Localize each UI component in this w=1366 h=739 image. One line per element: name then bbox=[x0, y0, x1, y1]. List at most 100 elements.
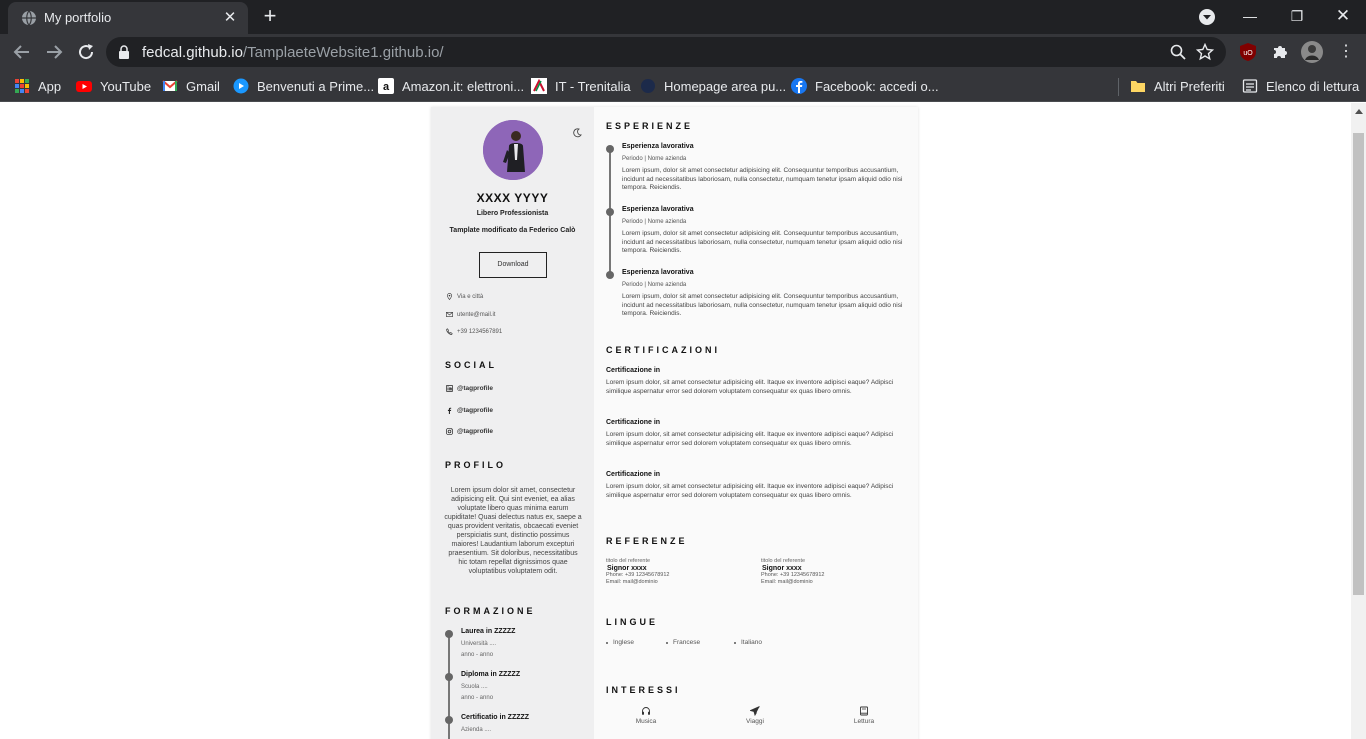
contact-text: +39 1234567891 bbox=[457, 328, 503, 335]
timeline-dot bbox=[445, 673, 453, 681]
globe-icon bbox=[22, 10, 36, 26]
mail-icon bbox=[446, 312, 453, 317]
certification-description: Lorem ipsum dolor, sit amet consectetur … bbox=[606, 483, 894, 499]
reload-icon[interactable] bbox=[74, 40, 98, 64]
language-item: Francese bbox=[666, 639, 700, 646]
extensions-puzzle-icon[interactable] bbox=[1270, 42, 1290, 62]
lock-icon bbox=[119, 45, 129, 59]
tab-my-portfolio[interactable]: My portfolio ✕ bbox=[8, 2, 248, 34]
forward-icon[interactable] bbox=[42, 40, 66, 64]
facebook-icon bbox=[447, 407, 452, 414]
airplane-icon bbox=[750, 706, 760, 716]
zoom-icon[interactable] bbox=[1170, 44, 1186, 60]
timeline-dot bbox=[606, 208, 614, 216]
bookmark-facebook[interactable]: Facebook: accedi o... bbox=[791, 76, 939, 96]
person-role: Libero Professionista bbox=[476, 210, 549, 217]
reading-list-icon bbox=[1242, 79, 1258, 93]
interest-item: Musica bbox=[626, 706, 666, 725]
education-title: Laurea in ZZZZZ bbox=[461, 628, 516, 635]
experience-title: Esperienza lavorativa bbox=[622, 206, 694, 213]
experience-description: Lorem ipsum, dolor sit amet consectetur … bbox=[622, 293, 903, 317]
bookmark-label: Gmail bbox=[186, 78, 220, 94]
social-facebook[interactable]: @tagprofile bbox=[446, 407, 493, 414]
profile-avatar-icon[interactable] bbox=[1301, 41, 1323, 63]
page-viewport: XXXX YYYY Libero Professionista Tamplate… bbox=[0, 103, 1366, 739]
dark-mode-moon-icon[interactable] bbox=[572, 128, 582, 138]
references-heading: REFERENZE bbox=[606, 536, 688, 546]
interest-item: Viaggi bbox=[735, 706, 775, 725]
reference-email: Email: mail@dominio bbox=[761, 578, 813, 585]
bookmark-amazon[interactable]: a Amazon.it: elettroni... bbox=[378, 76, 524, 96]
reference-card: titolo del referente Signor xxxx Phone: … bbox=[606, 558, 756, 585]
headphones-icon bbox=[642, 707, 650, 715]
bookmark-altri-preferiti[interactable]: Altri Preferiti bbox=[1130, 76, 1225, 96]
scroll-up-arrow-icon[interactable] bbox=[1355, 109, 1363, 114]
languages-heading: LINGUE bbox=[606, 617, 659, 627]
new-tab-button[interactable]: + bbox=[258, 5, 282, 29]
timeline-dot bbox=[606, 145, 614, 153]
avatar bbox=[483, 120, 543, 180]
minimize-icon[interactable]: — bbox=[1238, 4, 1262, 28]
url-path: /TamplaeteWebsite1.github.io/ bbox=[242, 44, 444, 61]
bookmark-youtube[interactable]: YouTube bbox=[76, 76, 151, 96]
folder-icon bbox=[1131, 81, 1145, 92]
language-item: Italiano bbox=[734, 639, 762, 646]
back-icon[interactable] bbox=[10, 40, 34, 64]
interest-label: Viaggi bbox=[746, 718, 764, 725]
browser-toolbar: fedcal.github.io/TamplaeteWebsite1.githu… bbox=[0, 34, 1366, 70]
education-place: Scuola .... bbox=[461, 684, 488, 690]
education-years: anno - anno bbox=[461, 695, 494, 701]
bookmark-gmail[interactable]: Gmail bbox=[162, 76, 220, 96]
page-scrollbar[interactable] bbox=[1351, 103, 1366, 739]
reference-email: Email: mail@dominio bbox=[606, 578, 658, 585]
resume-sidebar: XXXX YYYY Libero Professionista Tamplate… bbox=[431, 107, 594, 739]
education-title: Diploma in ZZZZZ bbox=[461, 671, 521, 678]
svg-text:a: a bbox=[383, 81, 390, 93]
scrollbar-thumb[interactable] bbox=[1353, 133, 1364, 595]
bookmark-prime[interactable]: Benvenuti a Prime... bbox=[233, 76, 374, 96]
ublock-icon[interactable]: uO bbox=[1238, 42, 1258, 62]
bookmark-trenitalia[interactable]: IT - Trenitalia bbox=[531, 76, 631, 96]
avatar-photo bbox=[483, 120, 543, 180]
profile-heading: PROFILO bbox=[445, 460, 506, 470]
contact-phone: +39 1234567891 bbox=[446, 328, 502, 335]
bookmark-reading-list[interactable]: Elenco di lettura bbox=[1242, 76, 1359, 96]
certifications-heading: CERTIFICAZIONI bbox=[606, 345, 720, 355]
experience-period: Periodo | Nome azienda bbox=[622, 156, 687, 162]
reference-label: titolo del referente bbox=[761, 558, 806, 564]
bookmark-star-icon[interactable] bbox=[1196, 43, 1214, 61]
close-tab-icon[interactable]: ✕ bbox=[220, 8, 240, 28]
reference-name: Signor xxxx bbox=[607, 565, 647, 572]
book-icon bbox=[860, 706, 868, 716]
bookmark-app[interactable]: App bbox=[14, 76, 61, 96]
restore-icon[interactable]: ❐ bbox=[1285, 4, 1309, 28]
bookmark-label: Altri Preferiti bbox=[1154, 78, 1225, 94]
bookmark-label: Elenco di lettura bbox=[1266, 78, 1360, 94]
svg-text:uO: uO bbox=[1243, 50, 1253, 57]
resume-card: XXXX YYYY Libero Professionista Tamplate… bbox=[431, 107, 918, 739]
reference-name: Signor xxxx bbox=[762, 565, 802, 572]
certification-title: Certificazione in bbox=[606, 419, 661, 426]
download-button[interactable]: Download bbox=[479, 252, 547, 278]
instagram-icon bbox=[446, 428, 453, 435]
education-years: anno - anno bbox=[461, 652, 494, 658]
amazon-icon: a bbox=[378, 78, 394, 94]
bookmark-homepage[interactable]: Homepage area pu... bbox=[640, 76, 786, 96]
url-text: fedcal.github.io/TamplaeteWebsite1.githu… bbox=[142, 44, 444, 61]
social-handle: @tagprofile bbox=[457, 407, 493, 414]
social-linkedin[interactable]: @tagprofile bbox=[446, 385, 493, 392]
bookmark-label: App bbox=[38, 78, 62, 94]
address-bar[interactable]: fedcal.github.io/TamplaeteWebsite1.githu… bbox=[106, 37, 1226, 67]
certification-description: Lorem ipsum dolor, sit amet consectetur … bbox=[606, 431, 894, 447]
bookmark-label: IT - Trenitalia bbox=[555, 78, 631, 94]
tab-search-icon[interactable] bbox=[1198, 8, 1216, 26]
contact-address: Via e città bbox=[446, 293, 483, 300]
close-window-icon[interactable]: ✕ bbox=[1331, 4, 1355, 28]
education-title: Certificatio in ZZZZZ bbox=[461, 714, 530, 721]
reference-label: titolo del referente bbox=[606, 558, 651, 564]
apps-grid-icon bbox=[15, 79, 29, 93]
education-place: Azienda .... bbox=[461, 727, 492, 733]
social-instagram[interactable]: @tagprofile bbox=[446, 428, 493, 435]
phone-icon bbox=[446, 328, 453, 335]
menu-dots-icon[interactable]: ⋮ bbox=[1334, 40, 1358, 64]
